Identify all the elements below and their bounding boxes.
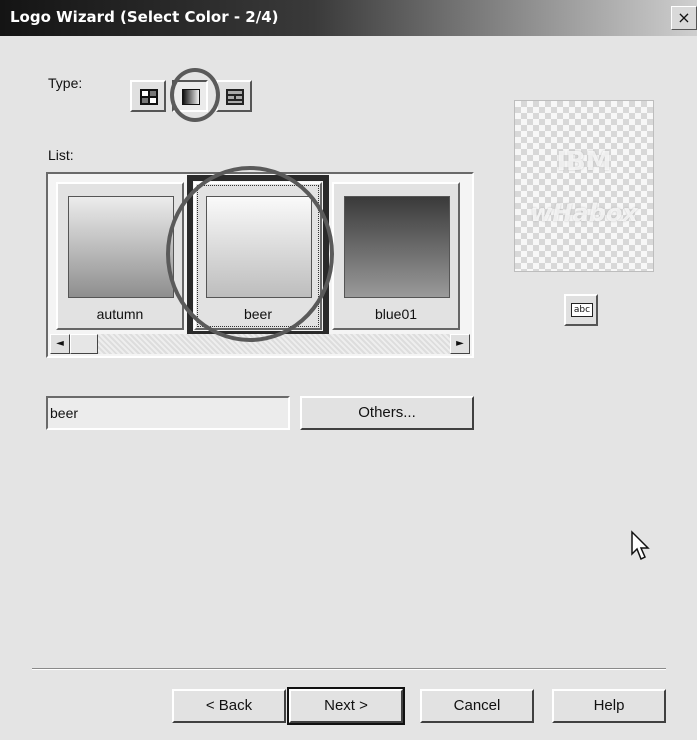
selected-color-name-field[interactable]: beer xyxy=(46,396,290,430)
text-style-button[interactable]: abc xyxy=(564,294,598,326)
swatch-beer xyxy=(206,196,312,298)
pattern-grid-icon xyxy=(140,89,158,105)
preview-text-line1: IBM xyxy=(556,147,612,177)
close-button[interactable]: × xyxy=(671,6,697,30)
tile-label: blue01 xyxy=(374,306,418,322)
help-button[interactable]: Help xyxy=(552,689,666,723)
scroll-left-button[interactable]: ◄ xyxy=(50,334,70,354)
cancel-button[interactable]: Cancel xyxy=(420,689,534,723)
gradient-icon xyxy=(182,89,200,105)
others-button[interactable]: Others... xyxy=(300,396,474,430)
swatch-blue01 xyxy=(344,196,450,298)
preview-text-line2: wHabox xyxy=(530,199,638,227)
list-label: List: xyxy=(48,147,74,163)
back-button[interactable]: < Back xyxy=(172,689,286,723)
tile-label: autumn xyxy=(96,306,144,322)
type-gradient-button[interactable] xyxy=(172,80,208,112)
logo-preview: IBM wHabox xyxy=(514,100,654,272)
logo-wizard-dialog: Logo Wizard (Select Color - 2/4) × Type: xyxy=(0,0,697,740)
texture-brick-icon xyxy=(226,89,244,105)
title-bar[interactable]: Logo Wizard (Select Color - 2/4) × xyxy=(0,0,697,36)
abc-icon: abc xyxy=(571,303,593,317)
type-label: Type: xyxy=(48,75,83,91)
tile-label: beer xyxy=(243,306,273,322)
next-button[interactable]: Next > xyxy=(287,687,405,725)
footer-separator xyxy=(32,668,666,670)
window-title: Logo Wizard (Select Color - 2/4) xyxy=(10,8,279,26)
type-texture-button[interactable] xyxy=(216,80,252,112)
list-item-blue01[interactable]: blue01 xyxy=(332,182,460,330)
type-pattern-button[interactable] xyxy=(130,80,166,112)
horizontal-scrollbar[interactable]: ◄ ► xyxy=(50,334,470,354)
scroll-right-button[interactable]: ► xyxy=(450,334,470,354)
color-list[interactable]: autumn beer blue01 ◄ ► xyxy=(46,172,474,358)
list-item-beer[interactable]: beer xyxy=(187,175,329,337)
swatch-autumn xyxy=(68,196,174,298)
scroll-thumb[interactable] xyxy=(70,334,98,354)
mouse-cursor-icon xyxy=(631,530,650,561)
list-item-autumn[interactable]: autumn xyxy=(56,182,184,330)
